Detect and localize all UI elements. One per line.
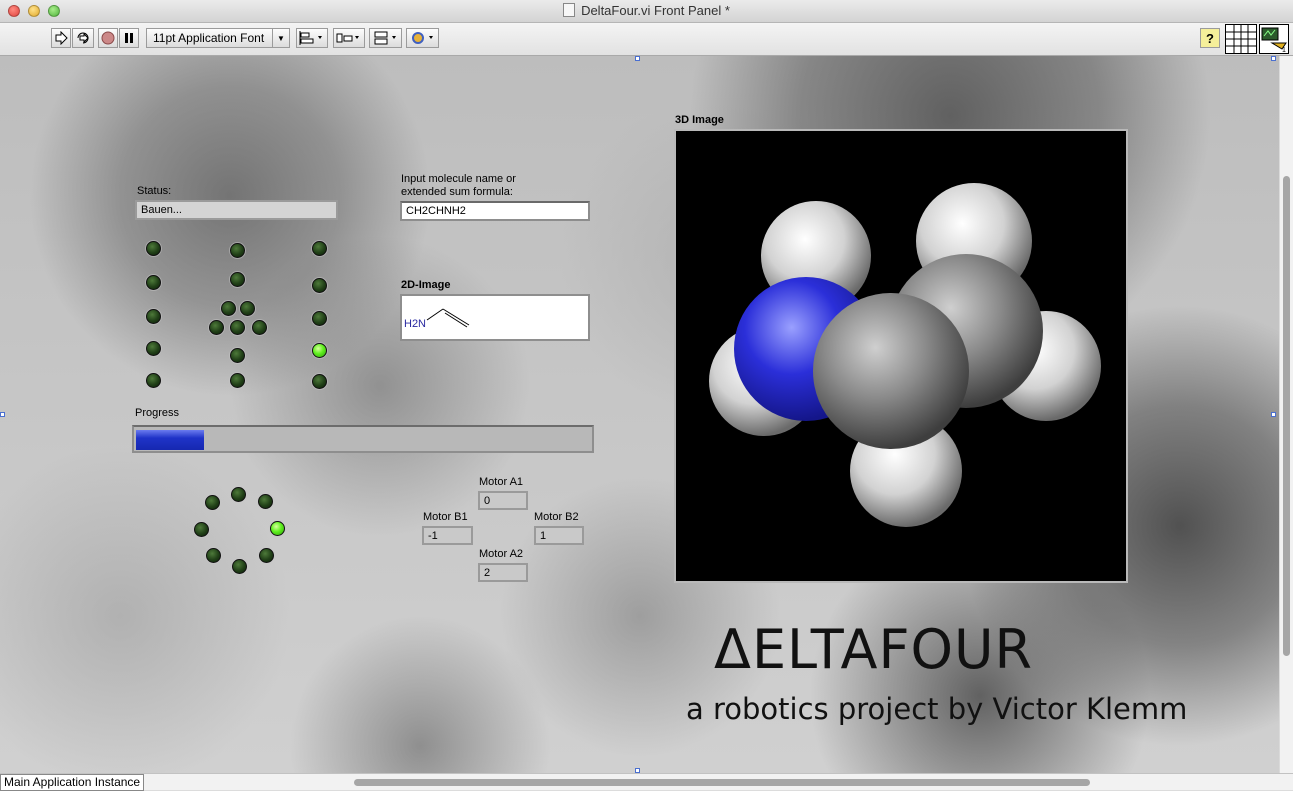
led-indicator: [259, 548, 274, 563]
status-indicator: Bauen...: [135, 200, 338, 220]
led-indicator: [312, 311, 327, 326]
image2d-label: 2D-Image: [401, 279, 451, 291]
vi-icon: 1: [1261, 27, 1287, 54]
led-indicator: [230, 320, 245, 335]
run-button[interactable]: [51, 28, 71, 48]
molecule-2d-drawing: H2N: [404, 308, 470, 330]
progress-fill: [136, 430, 204, 450]
input-label-line1: Input molecule name or: [401, 173, 516, 185]
motor-b1-value: -1: [422, 526, 473, 545]
svg-text:1: 1: [1282, 47, 1286, 53]
led-indicator: [232, 559, 247, 574]
distribute-objects-button[interactable]: [333, 28, 365, 48]
resize-handle[interactable]: [1271, 412, 1276, 417]
motor-b1-label: Motor B1: [423, 511, 468, 523]
brand-title: ΔELTAFOUR: [714, 618, 1034, 681]
led-indicator: [230, 243, 245, 258]
led-indicator: [312, 278, 327, 293]
status-label: Status:: [137, 185, 172, 197]
labview-window: DeltaFour.vi Front Panel * 11pt Applicat…: [0, 0, 1293, 791]
led-indicator: [230, 348, 245, 363]
led-indicator: [146, 373, 161, 388]
led-indicator: [146, 275, 161, 290]
led-indicator-active: [270, 521, 285, 536]
window-title-wrap: DeltaFour.vi Front Panel *: [0, 3, 1293, 18]
led-indicator: [312, 374, 327, 389]
window-title: DeltaFour.vi Front Panel *: [581, 3, 730, 18]
align-objects-icon: [299, 31, 322, 45]
help-icon: ?: [1206, 30, 1214, 46]
connector-pane[interactable]: [1225, 24, 1257, 54]
abort-button[interactable]: [98, 28, 118, 48]
resize-objects-icon: [374, 31, 396, 45]
vi-icon-box[interactable]: 1: [1259, 24, 1289, 54]
led-indicator: [209, 320, 224, 335]
molecule-3d-render: [709, 183, 1101, 527]
toolbar: 11pt Application Font ▼ ? 1: [0, 23, 1293, 56]
led-indicator: [146, 309, 161, 324]
reorder-button[interactable]: [406, 28, 439, 48]
abort-icon: [101, 31, 115, 45]
vertical-scrollbar[interactable]: [1279, 56, 1293, 773]
run-continuously-button[interactable]: [72, 28, 94, 48]
resize-handle[interactable]: [1271, 56, 1276, 61]
led-indicator: [221, 301, 236, 316]
progress-bar: [132, 425, 594, 453]
align-objects-button[interactable]: [296, 28, 328, 48]
chevron-down-icon: ▼: [272, 29, 289, 47]
resize-handle[interactable]: [0, 412, 5, 417]
run-continuously-icon: [77, 32, 89, 44]
font-select[interactable]: 11pt Application Font ▼: [146, 28, 290, 48]
resize-objects-button[interactable]: [369, 28, 402, 48]
led-indicator: [258, 494, 273, 509]
molecule-input[interactable]: CH2CHNH2: [400, 201, 590, 221]
carbon-atom: [813, 293, 969, 449]
led-indicator-active: [312, 343, 327, 358]
run-arrow-icon: [55, 31, 68, 45]
motor-a1-label: Motor A1: [479, 476, 524, 488]
motor-a1-value: 0: [478, 491, 528, 510]
connector-pane-icon: [1226, 25, 1256, 53]
brand-subtitle: a robotics project by Victor Klemm: [686, 692, 1188, 726]
application-instance[interactable]: Main Application Instance: [0, 774, 145, 791]
led-indicator: [231, 487, 246, 502]
image2d-display: H2N: [400, 294, 590, 341]
resize-handle[interactable]: [635, 56, 640, 61]
motor-a2-value: 2: [478, 563, 528, 582]
help-button[interactable]: ?: [1200, 28, 1220, 48]
led-indicator: [230, 373, 245, 388]
led-indicator: [312, 241, 327, 256]
led-indicator: [206, 548, 221, 563]
led-indicator: [146, 341, 161, 356]
distribute-objects-icon: [336, 33, 359, 43]
vertical-scroll-thumb[interactable]: [1283, 176, 1290, 656]
horizontal-scroll-thumb[interactable]: [354, 779, 1090, 786]
motor-a2-label: Motor A2: [479, 548, 524, 560]
image3d-label: 3D Image: [675, 114, 724, 126]
progress-label: Progress: [135, 407, 180, 419]
pause-icon: [125, 33, 133, 43]
molecule-2d-text: H2N: [404, 318, 426, 330]
front-panel: Status: Bauen... Input molecule name or …: [0, 56, 1279, 773]
document-icon: [563, 3, 576, 17]
input-label-line2: extended sum formula:: [401, 186, 513, 198]
title-bar: DeltaFour.vi Front Panel *: [0, 0, 1293, 23]
led-indicator: [240, 301, 255, 316]
pause-button[interactable]: [119, 28, 139, 48]
status-bar: Main Application Instance: [0, 773, 1293, 791]
led-indicator: [194, 522, 209, 537]
reorder-icon: [411, 32, 433, 44]
led-indicator: [146, 241, 161, 256]
motor-b2-label: Motor B2: [534, 511, 579, 523]
led-indicator: [252, 320, 267, 335]
motor-b2-value: 1: [534, 526, 584, 545]
image3d-display: [674, 129, 1128, 583]
led-indicator: [230, 272, 245, 287]
led-indicator: [205, 495, 220, 510]
font-select-value: 11pt Application Font: [153, 31, 265, 45]
